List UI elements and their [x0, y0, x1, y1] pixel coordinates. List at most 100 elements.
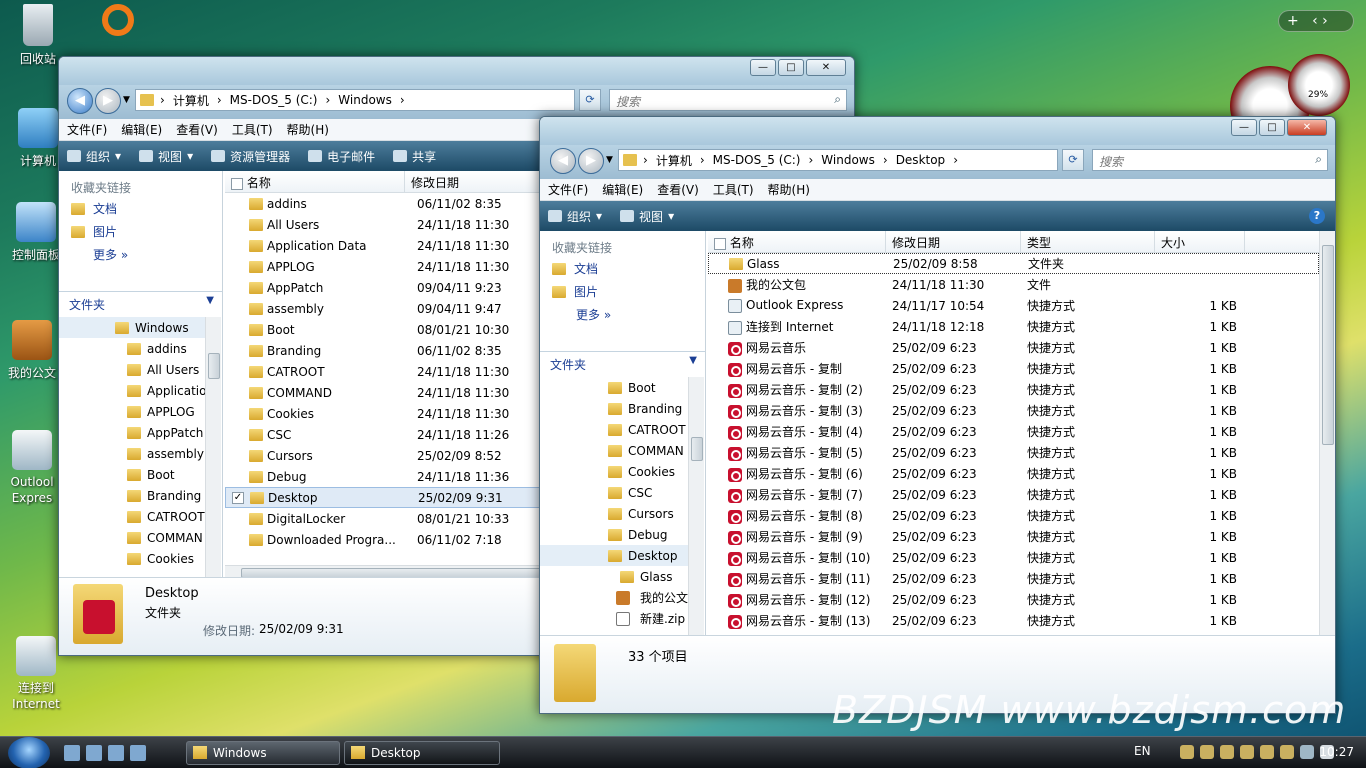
- tree-item[interactable]: Cookies: [540, 461, 689, 482]
- table-row[interactable]: 网易云音乐 - 复制 (7) 25/02/09 6:23 快捷方式 1 KB: [708, 484, 1319, 505]
- tree-scrollbar[interactable]: [205, 317, 221, 579]
- tree-item[interactable]: CSC: [540, 482, 689, 503]
- tree-item[interactable]: assembly: [59, 443, 206, 464]
- explorer-window-desktop[interactable]: — □ ✕ ◀ ▶ ▼ › 计算机 › MS-DOS_5 (C:) › Window…: [539, 116, 1336, 714]
- tree-item[interactable]: Cookies: [59, 548, 206, 569]
- menu-help[interactable]: 帮助(H): [287, 121, 329, 138]
- select-all-checkbox[interactable]: [714, 237, 726, 250]
- tree-item[interactable]: CATROOT: [540, 419, 689, 440]
- minimize-button[interactable]: —: [1231, 119, 1257, 136]
- table-row[interactable]: 网易云音乐 - 复制 (3) 25/02/09 6:23 快捷方式 1 KB: [708, 400, 1319, 421]
- tree-item[interactable]: CATROOT: [59, 506, 206, 527]
- close-button[interactable]: ✕: [806, 59, 846, 76]
- table-row[interactable]: 网易云音乐 - 复制 (6) 25/02/09 6:23 快捷方式 1 KB: [708, 463, 1319, 484]
- desktop-icon-briefcase[interactable]: 我的公文: [0, 320, 64, 381]
- tree-item[interactable]: Boot: [540, 377, 689, 398]
- back-button[interactable]: ◀: [67, 88, 93, 114]
- file-list-scrollbar[interactable]: [1319, 231, 1335, 637]
- table-row[interactable]: 网易云音乐 - 复制 (12) 25/02/09 6:23 快捷方式 1 KB: [708, 589, 1319, 610]
- refresh-button[interactable]: ⟳: [579, 89, 601, 111]
- switch-windows-icon[interactable]: [86, 745, 102, 761]
- folders-section-header[interactable]: 文件夹 ▼: [540, 351, 705, 373]
- language-indicator[interactable]: EN: [1134, 744, 1151, 758]
- recent-pages-dropdown-icon[interactable]: ▼: [606, 155, 613, 165]
- menu-help[interactable]: 帮助(H): [768, 181, 810, 198]
- address-bar[interactable]: › 计算机 › MS-DOS_5 (C:) › Windows ›: [135, 89, 575, 111]
- tree-item[interactable]: Branding: [59, 485, 206, 506]
- tree-item[interactable]: Applicatio: [59, 380, 206, 401]
- views-button[interactable]: 视图 ▾: [139, 148, 193, 165]
- organize-button[interactable]: 组织 ▾: [67, 148, 121, 165]
- desktop-icon-outlook-express[interactable]: Outlool Expres: [2, 430, 62, 506]
- favorite-link-pictures[interactable]: 图片: [540, 280, 705, 303]
- folders-section-header[interactable]: 文件夹 ▼: [59, 291, 222, 313]
- table-row[interactable]: 我的公文包 24/11/18 11:30 文件: [708, 274, 1319, 295]
- tree-item[interactable]: Debug: [540, 524, 689, 545]
- column-header-name[interactable]: 名称: [225, 171, 405, 192]
- breadcrumb-item[interactable]: 计算机: [173, 92, 209, 109]
- tree-item[interactable]: Cursors: [540, 503, 689, 524]
- media-player-icon[interactable]: [108, 745, 124, 761]
- tree-item[interactable]: 新建.zip: [540, 608, 689, 629]
- tray-icon[interactable]: [1220, 745, 1234, 759]
- table-row[interactable]: Glass 25/02/09 8:58 文件夹: [708, 253, 1319, 274]
- scrollbar-thumb[interactable]: [1322, 245, 1334, 445]
- table-row[interactable]: 网易云音乐 - 复制 25/02/09 6:23 快捷方式 1 KB: [708, 358, 1319, 379]
- close-button[interactable]: ✕: [1287, 119, 1327, 136]
- title-bar[interactable]: — □ ✕: [59, 57, 854, 85]
- title-bar[interactable]: — □ ✕: [540, 117, 1335, 145]
- maximize-button[interactable]: □: [1259, 119, 1285, 136]
- start-button[interactable]: [8, 737, 50, 768]
- tray-icon[interactable]: [1180, 745, 1194, 759]
- tree-item[interactable]: 我的公文: [540, 587, 689, 608]
- maximize-button[interactable]: □: [778, 59, 804, 76]
- refresh-button[interactable]: ⟳: [1062, 149, 1084, 171]
- tree-item[interactable]: All Users: [59, 359, 206, 380]
- table-row[interactable]: 网易云音乐 - 复制 (9) 25/02/09 6:23 快捷方式 1 KB: [708, 526, 1319, 547]
- column-header-date[interactable]: 修改日期: [886, 231, 1021, 252]
- column-header-name[interactable]: 名称: [708, 231, 886, 252]
- menu-view[interactable]: 查看(V): [176, 121, 218, 138]
- search-icon[interactable]: ⌕: [1315, 152, 1322, 167]
- tree-item[interactable]: Branding: [540, 398, 689, 419]
- table-row[interactable]: Outlook Express 24/11/17 10:54 快捷方式 1 KB: [708, 295, 1319, 316]
- network-icon[interactable]: [130, 745, 146, 761]
- tray-icon[interactable]: [1280, 745, 1294, 759]
- menu-tools[interactable]: 工具(T): [713, 181, 754, 198]
- select-all-checkbox[interactable]: [231, 177, 243, 190]
- show-desktop-icon[interactable]: [64, 745, 80, 761]
- email-button[interactable]: 电子邮件: [308, 148, 375, 165]
- tree-item[interactable]: AppPatch: [59, 422, 206, 443]
- table-row[interactable]: 网易云音乐 - 复制 (8) 25/02/09 6:23 快捷方式 1 KB: [708, 505, 1319, 526]
- table-row[interactable]: 网易云音乐 - 复制 (13) 25/02/09 6:23 快捷方式 1 KB: [708, 610, 1319, 631]
- column-header-type[interactable]: 类型: [1021, 231, 1155, 252]
- tree-item[interactable]: Windows: [59, 317, 206, 338]
- breadcrumb-item[interactable]: Windows: [821, 153, 875, 167]
- table-row[interactable]: 网易云音乐 - 复制 (4) 25/02/09 6:23 快捷方式 1 KB: [708, 421, 1319, 442]
- breadcrumb-item[interactable]: MS-DOS_5 (C:): [713, 153, 801, 167]
- forward-button[interactable]: ▶: [95, 88, 121, 114]
- favorite-link-more[interactable]: 更多 »: [59, 243, 222, 266]
- menu-edit[interactable]: 编辑(E): [121, 121, 162, 138]
- table-row[interactable]: 网易云音乐 25/02/09 6:23 快捷方式 1 KB: [708, 337, 1319, 358]
- breadcrumb-item[interactable]: Windows: [338, 93, 392, 107]
- table-row[interactable]: 网易云音乐 - 复制 (2) 25/02/09 6:23 快捷方式 1 KB: [708, 379, 1319, 400]
- search-input[interactable]: 搜索 ⌕: [1092, 149, 1328, 171]
- search-input[interactable]: 搜索 ⌕: [609, 89, 847, 111]
- forward-button[interactable]: ▶: [578, 148, 604, 174]
- tree-item[interactable]: Boot: [59, 464, 206, 485]
- search-icon[interactable]: ⌕: [834, 92, 841, 107]
- menu-view[interactable]: 查看(V): [657, 181, 699, 198]
- table-row[interactable]: 网易云音乐 - 复制 (11) 25/02/09 6:23 快捷方式 1 KB: [708, 568, 1319, 589]
- favorite-link-documents[interactable]: 文档: [540, 257, 705, 280]
- tray-icon[interactable]: [1260, 745, 1274, 759]
- row-checkbox[interactable]: ✓: [232, 492, 244, 504]
- table-row[interactable]: 网易云音乐 - 复制 (5) 25/02/09 6:23 快捷方式 1 KB: [708, 442, 1319, 463]
- tray-icon[interactable]: [1200, 745, 1214, 759]
- clock[interactable]: 10:27: [1319, 745, 1354, 759]
- tree-item[interactable]: addins: [59, 338, 206, 359]
- back-button[interactable]: ◀: [550, 148, 576, 174]
- tree-item[interactable]: COMMAN: [59, 527, 206, 548]
- taskbar-button-windows[interactable]: Windows: [186, 741, 340, 765]
- breadcrumb-item[interactable]: MS-DOS_5 (C:): [230, 93, 318, 107]
